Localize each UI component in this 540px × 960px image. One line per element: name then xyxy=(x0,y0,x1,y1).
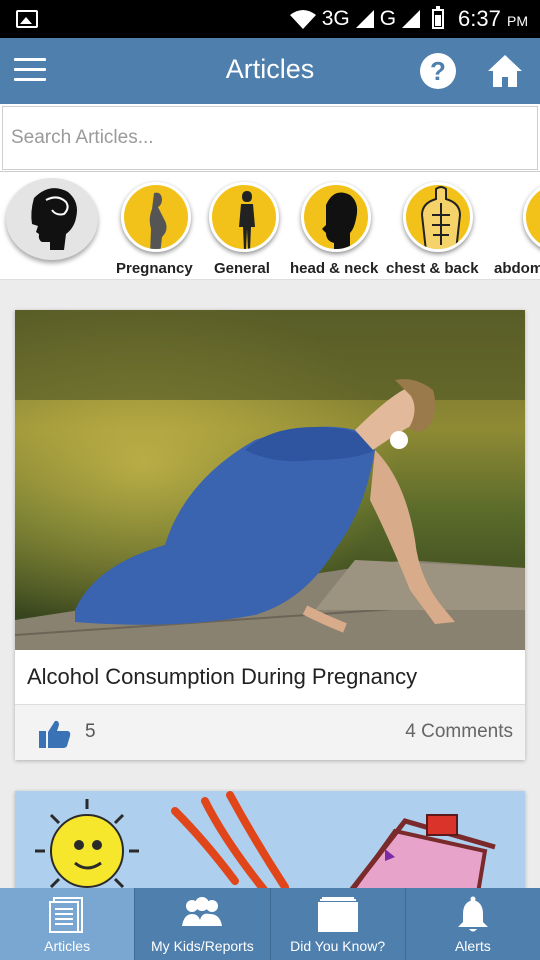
head-profile-icon xyxy=(31,188,77,250)
article-image[interactable] xyxy=(15,791,525,888)
article-feed[interactable]: Alcohol Consumption During Pregnancy 5 4… xyxy=(0,280,540,888)
network-type-2: G xyxy=(379,7,397,30)
search-input[interactable] xyxy=(2,106,538,170)
category-label: head & neck xyxy=(290,260,379,277)
nav-label: Did You Know? xyxy=(290,938,386,954)
status-bar: 3G G 6:37 PM xyxy=(0,0,540,38)
abdomen-icon xyxy=(523,182,540,252)
head-icon xyxy=(301,182,371,252)
signal-icon-2 xyxy=(402,10,421,28)
gallery-notification-icon xyxy=(16,10,38,28)
like-count: 5 xyxy=(85,721,96,742)
article-footer: 5 4 Comments xyxy=(15,704,525,760)
nav-label: Articles xyxy=(44,938,91,954)
kids-icon xyxy=(182,897,223,926)
category-label: chest & back xyxy=(386,260,479,277)
page-title: Articles xyxy=(225,54,315,84)
nav-label: Alerts xyxy=(454,938,491,954)
battery-icon xyxy=(432,6,445,29)
category-label: Pregnancy xyxy=(116,260,193,277)
status-indicators: 3G G 6:37 PM xyxy=(289,6,528,32)
article-image[interactable] xyxy=(15,310,525,650)
home-icon[interactable] xyxy=(486,52,524,90)
bell-icon xyxy=(457,896,488,932)
category-pregnancy[interactable]: Pregnancy xyxy=(116,182,194,277)
search-bar xyxy=(0,104,540,172)
comments-link[interactable]: 4 Comments xyxy=(405,721,513,743)
wifi-icon xyxy=(289,10,316,29)
bottom-navigation: Articles My Kids/Reports Did You Know? A… xyxy=(0,888,540,960)
articles-icon xyxy=(49,897,84,933)
category-chest-back[interactable]: chest & back xyxy=(386,182,479,277)
help-icon[interactable]: ? xyxy=(420,53,456,89)
network-type: 3G xyxy=(321,7,350,30)
pregnancy-icon xyxy=(121,182,191,252)
nav-alerts[interactable]: Alerts xyxy=(406,888,540,960)
nav-articles[interactable]: Articles xyxy=(0,888,136,960)
body-icon xyxy=(209,182,279,252)
category-head-neck[interactable]: head & neck xyxy=(290,182,378,277)
nav-label: My Kids/Reports xyxy=(151,938,254,954)
app-bar: Articles ? xyxy=(0,38,540,104)
thumbs-up-icon[interactable] xyxy=(39,719,71,749)
article-card[interactable] xyxy=(15,791,525,888)
nav-my-kids-reports[interactable]: My Kids/Reports xyxy=(135,888,271,960)
torso-icon xyxy=(403,182,473,252)
category-strip: Pregnancy General head & neck chest & ba… xyxy=(0,172,540,280)
nav-did-you-know[interactable]: Did You Know? xyxy=(271,888,406,960)
clock: 6:37 PM xyxy=(458,6,528,31)
signal-icon xyxy=(355,10,374,28)
article-card[interactable]: Alcohol Consumption During Pregnancy 5 4… xyxy=(15,310,525,760)
all-categories-button[interactable] xyxy=(6,178,98,260)
book-icon xyxy=(317,897,358,932)
category-general[interactable]: General xyxy=(206,182,282,277)
category-label: General xyxy=(214,260,270,277)
category-abdomen[interactable]: abdomen xyxy=(494,182,540,277)
category-label: abdomen xyxy=(494,260,540,277)
article-title[interactable]: Alcohol Consumption During Pregnancy xyxy=(27,664,417,690)
